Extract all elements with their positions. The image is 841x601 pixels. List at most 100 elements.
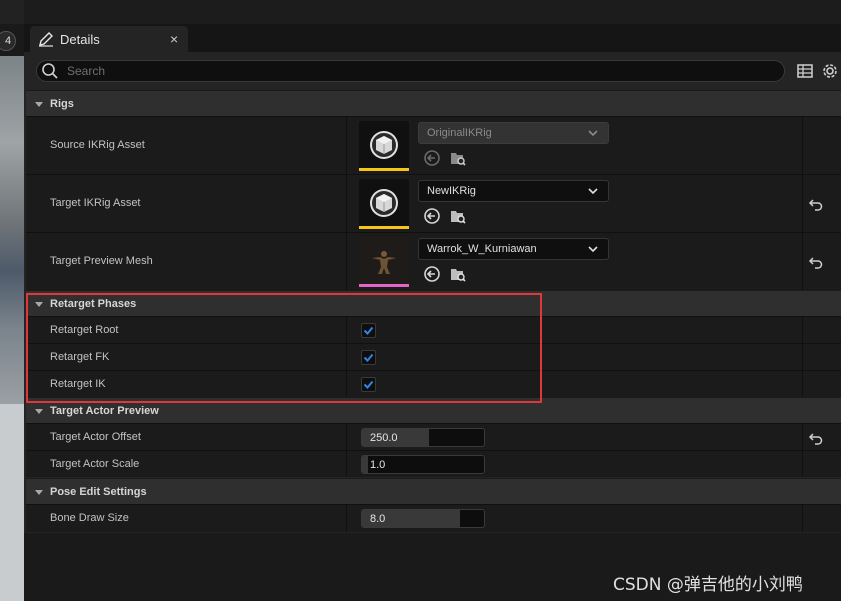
category-label: Target Actor Preview	[50, 404, 159, 417]
asset-thumbnail[interactable]	[359, 237, 409, 287]
property-row-target-actor-offset: Target Actor Offset 250.0	[26, 423, 841, 450]
value-fill	[362, 456, 369, 473]
numeric-value: 250.0	[370, 432, 398, 444]
property-row-retarget-fk: Retarget FK	[26, 343, 841, 370]
close-icon[interactable]: ×	[170, 31, 188, 47]
viewport-toolbar	[0, 0, 24, 24]
asset-actions	[423, 149, 467, 167]
details-panel: Rigs Source IKRig Asset OriginalIKRig	[24, 52, 841, 601]
column-divider	[346, 424, 347, 450]
property-row-retarget-ik: Retarget IK	[26, 370, 841, 397]
viewport-floor	[0, 404, 24, 601]
asset-type-underline	[359, 226, 409, 229]
property-label: Target Actor Scale	[50, 458, 140, 470]
numeric-value: 8.0	[370, 513, 386, 525]
retarget-fk-checkbox[interactable]	[361, 350, 376, 365]
column-divider	[346, 371, 347, 397]
property-label: Target IKRig Asset	[50, 197, 141, 209]
property-label: Bone Draw Size	[50, 512, 129, 524]
property-row-bone-draw-size: Bone Draw Size 8.0	[26, 504, 841, 532]
target-actor-scale-field[interactable]: 1.0	[361, 455, 485, 474]
table-view-icon[interactable]	[796, 62, 814, 80]
tab-bar-top	[24, 0, 841, 24]
property-row-target-preview-mesh: Target Preview Mesh Warrok_W_Kurniawan	[26, 232, 841, 290]
checkmark-icon	[363, 326, 374, 335]
use-selected-icon[interactable]	[423, 207, 441, 225]
target-preview-mesh-combo[interactable]: Warrok_W_Kurniawan	[418, 238, 609, 260]
property-row-source-ikrig: Source IKRig Asset OriginalIKRig	[26, 116, 841, 174]
tab-details-label: Details	[60, 31, 100, 47]
caret-down-icon	[35, 408, 43, 414]
character-mesh-icon	[372, 250, 396, 274]
use-selected-icon[interactable]	[423, 149, 441, 167]
asset-thumbnail[interactable]	[359, 121, 409, 171]
property-label: Retarget Root	[50, 324, 119, 336]
ikrig-asset-icon	[359, 121, 409, 168]
browse-folder-icon[interactable]	[449, 149, 467, 167]
column-divider	[802, 175, 803, 232]
column-divider	[802, 505, 803, 532]
target-actor-offset-field[interactable]: 250.0	[361, 428, 485, 447]
chevron-down-icon	[588, 188, 598, 195]
checkmark-icon	[363, 380, 374, 389]
property-label: Target Preview Mesh	[50, 255, 153, 267]
search-input[interactable]	[59, 64, 784, 78]
gear-icon[interactable]	[820, 61, 840, 81]
property-row-target-actor-scale: Target Actor Scale 1.0	[26, 450, 841, 477]
property-row-target-ikrig: Target IKRig Asset NewIKRig	[26, 174, 841, 232]
category-label: Retarget Phases	[50, 297, 137, 310]
reset-to-default-icon[interactable]	[808, 430, 824, 446]
category-label: Pose Edit Settings	[50, 485, 147, 498]
property-row-retarget-root: Retarget Root	[26, 316, 841, 343]
column-divider	[802, 344, 803, 370]
search-bar	[24, 52, 841, 90]
combo-value: Warrok_W_Kurniawan	[427, 243, 537, 255]
column-divider	[346, 505, 347, 532]
asset-actions	[423, 207, 467, 225]
column-divider	[802, 451, 803, 477]
cube-icon	[370, 188, 398, 217]
chevron-down-icon	[588, 130, 598, 137]
retarget-ik-checkbox[interactable]	[361, 377, 376, 392]
search-field[interactable]	[36, 60, 785, 82]
skeletal-mesh-thumbnail	[359, 237, 409, 284]
column-divider	[802, 371, 803, 397]
target-ikrig-combo[interactable]: NewIKRig	[418, 180, 609, 202]
property-label: Target Actor Offset	[50, 431, 141, 443]
watermark: CSDN @弹吉他的小刘鸭	[613, 575, 803, 595]
browse-folder-icon[interactable]	[449, 265, 467, 283]
caret-down-icon	[35, 489, 43, 495]
column-divider	[802, 424, 803, 450]
reset-to-default-icon[interactable]	[808, 254, 824, 270]
browse-folder-icon[interactable]	[449, 207, 467, 225]
tab-details[interactable]: Details ×	[30, 26, 188, 52]
caret-down-icon	[35, 101, 43, 107]
property-label: Source IKRig Asset	[50, 139, 145, 151]
category-pose-edit-settings[interactable]: Pose Edit Settings	[26, 478, 841, 504]
reset-to-default-icon[interactable]	[808, 196, 824, 212]
chevron-down-icon	[588, 246, 598, 253]
property-label: Retarget FK	[50, 351, 110, 363]
cube-icon	[370, 130, 398, 159]
use-selected-icon[interactable]	[423, 265, 441, 283]
category-rigs[interactable]: Rigs	[26, 90, 841, 116]
ikrig-asset-icon	[359, 179, 409, 226]
category-retarget-phases[interactable]: Retarget Phases	[26, 290, 841, 316]
column-divider	[346, 317, 347, 343]
retarget-root-checkbox[interactable]	[361, 323, 376, 338]
combo-value: NewIKRig	[427, 185, 476, 197]
column-divider	[802, 233, 803, 290]
bone-draw-size-field[interactable]: 8.0	[361, 509, 485, 528]
checkmark-icon	[363, 353, 374, 362]
pencil-icon	[39, 32, 53, 47]
tab-bar: Details ×	[24, 0, 841, 52]
asset-thumbnail[interactable]	[359, 179, 409, 229]
property-label: Retarget IK	[50, 378, 106, 390]
category-label: Rigs	[50, 97, 74, 110]
column-divider	[802, 117, 803, 174]
source-ikrig-combo[interactable]: OriginalIKRig	[418, 122, 609, 144]
combo-value: OriginalIKRig	[427, 127, 492, 139]
category-target-actor-preview[interactable]: Target Actor Preview	[26, 397, 841, 423]
column-divider	[346, 175, 347, 232]
column-divider	[346, 451, 347, 477]
